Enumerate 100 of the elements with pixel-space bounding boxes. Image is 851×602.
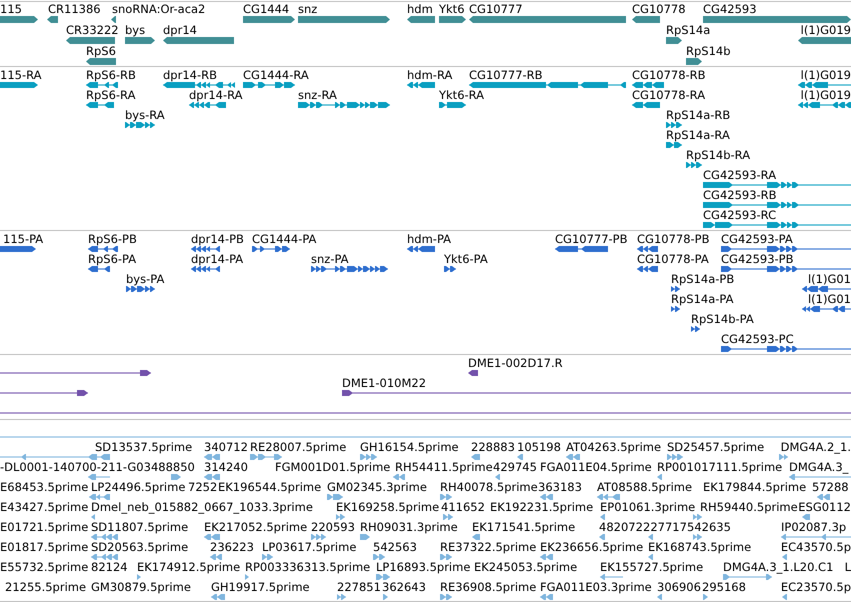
protein-label: CG42593-PB	[721, 252, 794, 266]
gene-label: RpS14a	[666, 23, 710, 37]
est-label: EK179844.5prime	[703, 480, 806, 494]
protein-label: CG1444-PA	[252, 232, 316, 246]
transcript-label: CG10778-RB	[632, 68, 706, 82]
transcript-label: CG10778-RA	[632, 88, 706, 102]
est-label: EK171541.5prime	[472, 520, 576, 534]
est-label: SD11807.5prime	[91, 520, 188, 534]
est-label: RP003336313.5prime	[245, 560, 370, 574]
gene-label: RpS6	[86, 44, 116, 58]
protein-label: snz-PA	[311, 252, 349, 266]
est-label: RH54411.5prime	[395, 460, 493, 474]
protein-label: CG42593-PC	[721, 332, 794, 346]
protein-label: CG10778-PB	[637, 232, 710, 246]
est-label: EK217052.5prime	[204, 520, 308, 534]
est-label: GM02345.3prime	[327, 480, 427, 494]
gene-label: RpS14b	[686, 44, 731, 58]
gene-label: CG10777	[469, 2, 523, 16]
transcript-label: RpS6-RB	[86, 68, 136, 82]
transcript-label: CG42593-RB	[703, 188, 777, 202]
est-label: GH19917.5prime	[211, 580, 310, 594]
gene-label: 115	[0, 2, 22, 16]
protein-label: 115-PA	[3, 232, 44, 246]
transcript-label: Ykt6-RA	[439, 88, 484, 102]
protein-label: Ykt6-PA	[444, 252, 488, 266]
protein-label: l(1)G01	[808, 292, 851, 306]
transcript-label: bys-RA	[125, 108, 165, 122]
protein-label: CG42593-PA	[721, 232, 793, 246]
protein-label: RpS6-PB	[88, 232, 137, 246]
gene-label: snoRNA:Or-aca2	[112, 2, 206, 16]
est-label: 105198	[517, 440, 561, 454]
gene-label: hdm	[407, 2, 433, 16]
gene-label: CG42593	[703, 2, 757, 16]
est-label: EK174912.5prime	[137, 560, 240, 574]
protein-label: hdm-PA	[407, 232, 452, 246]
est-label: EK196544.5prime	[218, 480, 322, 494]
est-label: EC23570.5p	[780, 580, 851, 594]
est-label: EK169258.5prime	[336, 500, 440, 514]
gene-label: l(1)G019	[800, 23, 851, 37]
est-label: 82124	[91, 560, 128, 574]
est-label: EK245053.5prime	[474, 560, 578, 574]
est-label: Dmel_neb_015882_0667_1033.3prime	[91, 500, 313, 514]
est-label: 363183	[538, 480, 582, 494]
est-label: RE37322.5prime	[440, 540, 536, 554]
transcript-label: 115-RA	[0, 68, 42, 82]
est-label: DMG4A.2_1.	[780, 440, 851, 454]
transcript-label: CG10777-RB	[469, 68, 543, 82]
transcript-label: snz-RA	[298, 88, 337, 102]
est-label: 220593	[311, 520, 355, 534]
est-label: 542635	[687, 520, 731, 534]
est-label: 227717	[643, 520, 687, 534]
est-label: AT08588.5prime	[597, 480, 692, 494]
est-label: DMG4A.3_1.L20.C1	[723, 560, 834, 574]
est-label: 7252	[188, 480, 218, 494]
est-label: -DL0001-140700-211-G03488850	[0, 460, 195, 474]
protein-label: RpS14b-PA	[691, 312, 754, 326]
transcript-label: CG42593-RA	[703, 168, 776, 182]
clone-label: DME1-002D17.R	[468, 356, 563, 370]
transcript-label: RpS14b-RA	[686, 148, 750, 162]
est-label: RE36908.5prime	[440, 580, 536, 594]
est-label: E43427.5prime	[0, 500, 88, 514]
est-label: EK168743.5prime	[648, 540, 752, 554]
est-label: 542563	[373, 540, 417, 554]
est-label: LP16893.5prime	[376, 560, 470, 574]
protein-label: l(1)G01	[808, 272, 851, 286]
est-label: RH09031.3prime	[360, 520, 458, 534]
transcript-label: hdm-RA	[407, 68, 452, 82]
est-label: 314240	[204, 460, 248, 474]
est-label: RP001017111.5prime	[657, 460, 782, 474]
est-label: ESG0112	[798, 500, 851, 514]
est-label: EC43570.5p	[780, 540, 851, 554]
est-label: GM30879.5prime	[91, 580, 191, 594]
transcript-label: CG1444-RA	[243, 68, 309, 82]
transcript-label: l(1)G019	[800, 68, 851, 82]
est-label: 429745	[493, 460, 537, 474]
transcript-label: RpS14a-RA	[666, 128, 730, 142]
est-label: EK155727.5prime	[600, 560, 704, 574]
protein-label: dpr14-PB	[191, 232, 244, 246]
gene-label: dpr14	[163, 23, 197, 37]
est-label: SD25457.5prime	[667, 440, 764, 454]
est-label: RH59440.5prime	[700, 500, 798, 514]
est-label: E68453.5prime	[0, 480, 88, 494]
transcript-label: RpS6-RA	[86, 88, 136, 102]
gene-label: snz	[298, 2, 318, 16]
est-label: FGA011E03.3prime	[540, 580, 652, 594]
est-label: RE28007.5prime	[250, 440, 346, 454]
est-label: EK192231.5prime	[490, 500, 594, 514]
est-label: GH16154.5prime	[360, 440, 459, 454]
est-label: LP03617.5prime	[262, 540, 356, 554]
est-label: AT04263.5prime	[566, 440, 662, 454]
est-label: 482072	[599, 520, 643, 534]
est-label: E01817.5prime	[0, 540, 88, 554]
est-label: E55732.5prime	[0, 560, 88, 574]
est-label: DMG4A.3_	[789, 460, 848, 474]
transcript-label: RpS14a-RB	[666, 108, 730, 122]
transcript-label: dpr14-RB	[163, 68, 217, 82]
clone-label: DME1-010M22	[342, 376, 426, 390]
gene-label: CR11386	[48, 2, 101, 16]
gene-label: bys	[125, 23, 146, 37]
est-label: RH40078.5prime	[440, 480, 538, 494]
